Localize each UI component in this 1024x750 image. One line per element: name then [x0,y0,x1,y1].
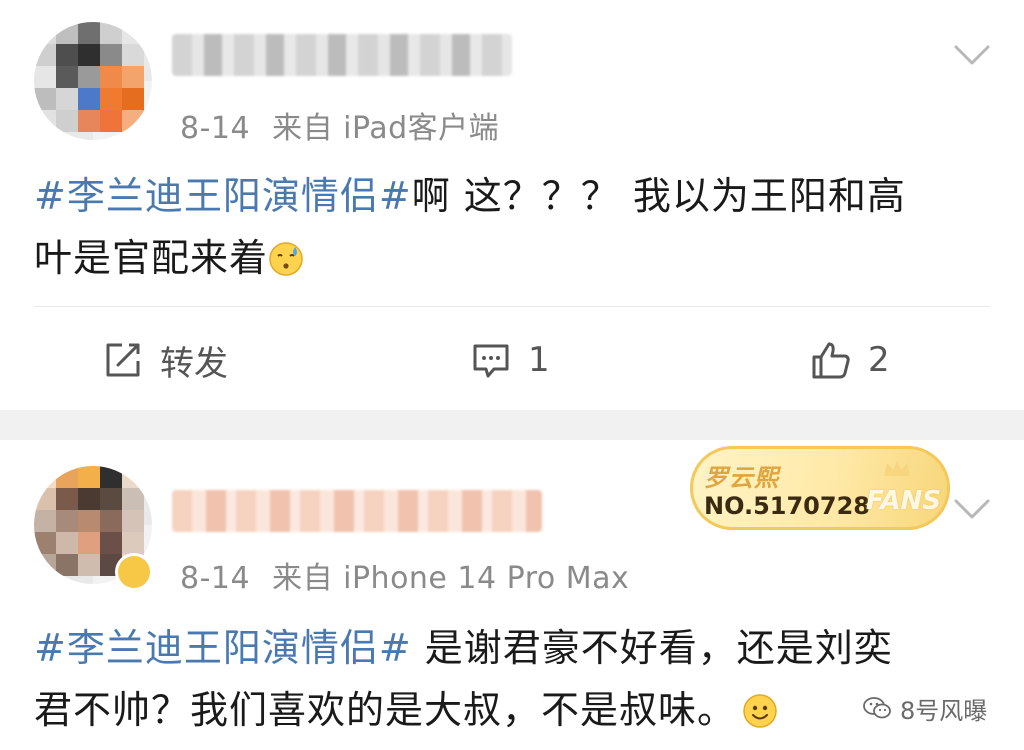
hashtag-link[interactable]: #李兰迪王阳演情侣# [34,174,412,218]
username-blurred[interactable] [172,34,512,76]
chevron-down-icon[interactable] [954,498,990,520]
vip-badge-icon [118,556,150,588]
avatar[interactable] [34,22,152,140]
weibo-feed: 8-14 来自 iPad客户端 #李兰迪王阳演情侣#啊 这？？？ 我以为王阳和高 … [0,0,1024,750]
watermark: 8号风曝 [862,690,987,726]
comment-icon [473,344,509,378]
post-text-line: 啊 这？？？ 我以为王阳和高 [411,174,906,218]
hashtag-link[interactable]: #李兰迪王阳演情侣# [34,626,412,670]
feed-separator [0,410,1024,440]
post-card: 8-14 来自 iPad客户端 #李兰迪王阳演情侣#啊 这？？？ 我以为王阳和高 … [0,0,1024,410]
watermark-text: 8号风曝 [900,696,988,725]
username-blurred[interactable] [172,490,542,532]
post-text-line: 君不帅？我们喜欢的是大叔，不是叔味。 [34,688,737,732]
post-source: 来自 iPhone 14 Pro Max [272,561,630,596]
divider [34,306,990,307]
fans-badge-number: NO.5170728 [704,492,870,520]
post-source: 来自 iPad客户端 [272,111,500,146]
repost-icon [106,343,140,377]
repost-button[interactable]: 转发 [102,330,228,390]
post-content: #李兰迪王阳演情侣# 是谢君豪不好看，还是刘奕 君不帅？我们喜欢的是大叔，不是叔… [34,617,994,741]
fans-badge[interactable]: 罗云熙 NO.5170728 FANS [690,446,950,530]
like-count: 2 [868,340,890,380]
fans-badge-name: 罗云熙 [704,464,779,492]
sweat-smile-emoji-icon [268,233,304,276]
post-meta: 8-14 来自 iPhone 14 Pro Max [180,553,629,597]
post-content: #李兰迪王阳演情侣#啊 这？？？ 我以为王阳和高 叶是官配来着 [34,165,994,289]
smile-emoji-icon [742,685,778,728]
crown-icon [884,461,910,476]
comment-button[interactable]: 1 [470,330,550,390]
like-button[interactable]: 2 [810,330,890,390]
post-meta: 8-14 来自 iPad客户端 [180,103,499,147]
post-text-line: 叶是官配来着 [34,236,269,280]
chevron-down-icon[interactable] [954,44,990,66]
repost-label: 转发 [160,343,228,384]
post-text-line: 是谢君豪不好看，还是刘奕 [411,626,893,670]
post-date: 8-14 [180,561,251,596]
fans-badge-label: FANS [866,486,942,516]
thumbs-up-icon [812,342,850,379]
post-date: 8-14 [180,111,251,146]
comment-count: 1 [528,340,550,380]
wechat-icon [863,697,891,719]
